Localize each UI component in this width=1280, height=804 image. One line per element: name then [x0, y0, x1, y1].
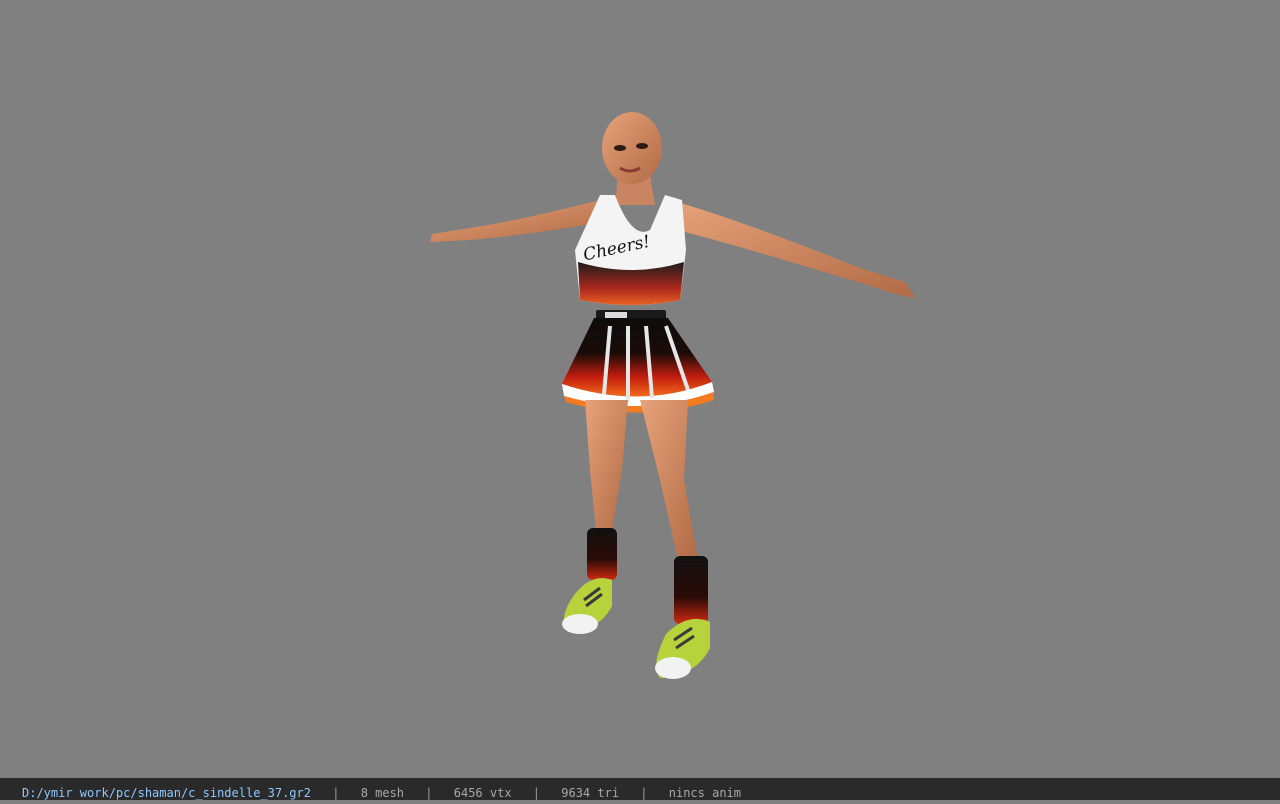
status-bar: D:/ymir work/pc/shaman/c_sindelle_37.gr2…	[0, 778, 1280, 800]
file-path: D:/ymir work/pc/shaman/c_sindelle_37.gr2	[22, 786, 311, 800]
right-shoe	[655, 618, 710, 679]
left-arm	[430, 200, 605, 242]
left-sock	[587, 528, 617, 580]
left-leg	[585, 400, 628, 530]
cheer-skirt	[562, 318, 712, 397]
character-model[interactable]: Cheers!	[0, 0, 1280, 778]
animation-status: nincs anim	[668, 786, 741, 800]
separator: |	[425, 786, 433, 800]
separator: |	[640, 786, 648, 800]
left-shoe	[562, 578, 612, 634]
vertex-count: 6456 vtx	[453, 786, 512, 800]
right-sock	[674, 556, 708, 624]
separator: |	[332, 786, 340, 800]
right-arm	[668, 200, 915, 298]
3d-viewport[interactable]: Cheers!	[0, 0, 1280, 778]
right-leg	[640, 400, 698, 560]
mesh-count: 8 mesh	[360, 786, 405, 800]
head	[602, 112, 662, 184]
triangle-count: 9634 tri	[561, 786, 620, 800]
separator: |	[532, 786, 541, 800]
